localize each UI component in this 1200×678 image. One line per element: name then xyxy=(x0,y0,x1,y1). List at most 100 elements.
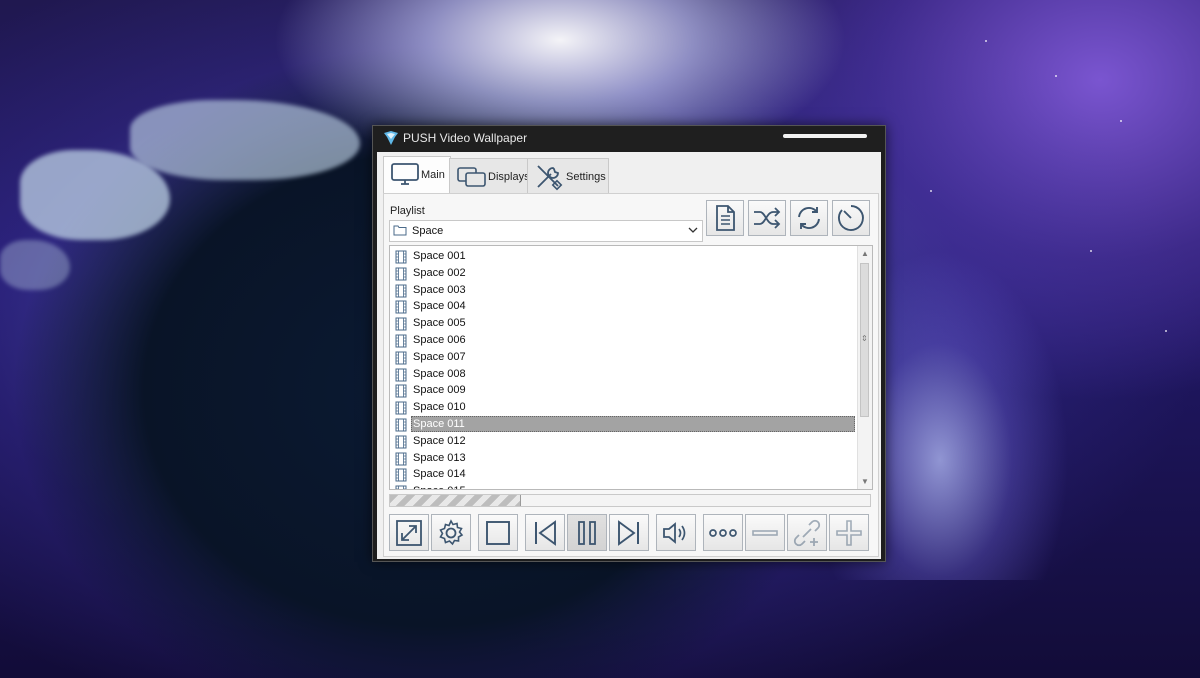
main-panel: Playlist Space Space 001 Space 002 Space… xyxy=(383,193,879,557)
edit-playlist-button[interactable] xyxy=(706,200,744,236)
tab-label: Displays xyxy=(488,171,530,183)
more-button[interactable] xyxy=(703,514,743,551)
playlist-select[interactable]: Space xyxy=(389,220,703,242)
star xyxy=(1165,330,1167,332)
tab-displays[interactable]: Displays xyxy=(449,158,530,193)
video-list-item[interactable]: Space 010 xyxy=(390,399,858,416)
vertical-scrollbar[interactable]: ▲ ⇕ ▼ xyxy=(857,246,872,489)
selection-highlight xyxy=(411,415,855,432)
video-list-item[interactable]: Space 002 xyxy=(390,265,858,282)
video-title: Space 009 xyxy=(413,384,466,397)
film-icon xyxy=(395,267,407,281)
skip-back-icon xyxy=(535,519,556,546)
volume-button[interactable] xyxy=(656,514,696,551)
plus-icon xyxy=(836,519,862,546)
video-list-items: Space 001 Space 002 Space 003 Space 004 Spac… xyxy=(390,248,858,489)
scroll-up-icon[interactable]: ▲ xyxy=(861,249,869,258)
document-icon xyxy=(716,205,735,231)
shuffle-icon xyxy=(754,207,781,229)
video-list-item[interactable]: Space 013 xyxy=(390,450,858,467)
video-title: Space 015 xyxy=(413,485,466,489)
video-list-item[interactable]: Space 009 xyxy=(390,382,858,399)
star xyxy=(1055,75,1057,77)
settings-gear-button[interactable] xyxy=(431,514,471,551)
video-title: Space 002 xyxy=(413,266,466,279)
displays-icon xyxy=(457,167,486,187)
app-logo-icon xyxy=(384,131,398,145)
film-icon xyxy=(395,485,407,489)
tab-label: Settings xyxy=(566,171,606,183)
previous-button[interactable] xyxy=(525,514,565,551)
repeat-button[interactable] xyxy=(790,200,828,236)
video-list-item[interactable]: Space 011 xyxy=(390,415,858,433)
timer-icon xyxy=(838,205,864,231)
tools-icon xyxy=(537,165,563,191)
film-icon xyxy=(395,300,407,314)
fullscreen-button[interactable] xyxy=(389,514,429,551)
film-icon xyxy=(395,351,407,365)
video-title: Space 006 xyxy=(413,333,466,346)
video-title: Space 012 xyxy=(413,434,466,447)
video-list-item[interactable]: Space 008 xyxy=(390,366,858,383)
tab-main[interactable]: Main xyxy=(383,156,451,193)
video-list-item[interactable]: Space 001 xyxy=(390,248,858,265)
video-list-item[interactable]: Space 003 xyxy=(390,282,858,299)
next-button[interactable] xyxy=(609,514,649,551)
skip-forward-icon xyxy=(618,519,639,546)
film-icon xyxy=(395,401,407,415)
film-icon xyxy=(395,384,407,398)
gear-icon xyxy=(439,518,464,545)
film-icon xyxy=(395,334,407,348)
video-list-item[interactable]: Space 006 xyxy=(390,332,858,349)
film-icon xyxy=(395,250,407,264)
title-bar[interactable]: PUSH Video Wallpaper xyxy=(373,126,885,150)
add-button[interactable] xyxy=(829,514,869,551)
video-title: Space 013 xyxy=(413,451,466,464)
app-window: PUSH Video Wallpaper Main Displays Setti… xyxy=(372,125,886,562)
video-list-item[interactable]: Space 015 xyxy=(390,483,858,489)
tab-label: Main xyxy=(421,169,445,181)
film-icon xyxy=(395,418,407,432)
film-icon xyxy=(395,435,407,449)
link-plus-icon xyxy=(793,519,821,546)
star xyxy=(1090,250,1092,252)
client-area: Main Displays Settings Playlist Space Sp… xyxy=(377,152,881,559)
star xyxy=(930,190,932,192)
playback-progress-bar[interactable] xyxy=(389,494,871,507)
minus-icon xyxy=(752,529,778,536)
playlist-label: Playlist xyxy=(390,205,425,217)
video-title: Space 007 xyxy=(413,350,466,363)
video-title: Space 008 xyxy=(413,367,466,380)
earth-landmass xyxy=(0,240,70,290)
video-list[interactable]: Space 001 Space 002 Space 003 Space 004 Spac… xyxy=(389,245,873,490)
pause-button[interactable] xyxy=(567,514,607,551)
video-title: Space 011 xyxy=(413,417,465,430)
video-title: Space 010 xyxy=(413,401,466,414)
film-icon xyxy=(395,284,407,298)
progress-fill xyxy=(390,495,521,506)
minimize-button[interactable] xyxy=(783,134,867,138)
shuffle-button[interactable] xyxy=(748,200,786,236)
interval-timer-button[interactable] xyxy=(832,200,870,236)
add-url-button[interactable] xyxy=(787,514,827,551)
expand-icon xyxy=(396,519,422,546)
video-title: Space 001 xyxy=(413,250,466,262)
monitor-icon xyxy=(391,163,419,185)
scroll-down-icon[interactable]: ▼ xyxy=(861,477,869,486)
star xyxy=(985,40,987,42)
film-icon xyxy=(395,452,407,466)
video-list-item[interactable]: Space 007 xyxy=(390,349,858,366)
remove-button[interactable] xyxy=(745,514,785,551)
video-list-item[interactable]: Space 014 xyxy=(390,466,858,483)
video-list-item[interactable]: Space 005 xyxy=(390,315,858,332)
tab-settings[interactable]: Settings xyxy=(527,158,609,193)
pause-icon xyxy=(578,520,596,545)
earth-landmass xyxy=(130,100,360,180)
stop-button[interactable] xyxy=(478,514,518,551)
folder-icon xyxy=(393,225,407,236)
video-list-item[interactable]: Space 012 xyxy=(390,433,858,450)
chevron-down-icon xyxy=(688,227,698,233)
video-list-item[interactable]: Space 004 xyxy=(390,298,858,315)
stop-icon xyxy=(486,520,510,545)
film-icon xyxy=(395,317,407,331)
